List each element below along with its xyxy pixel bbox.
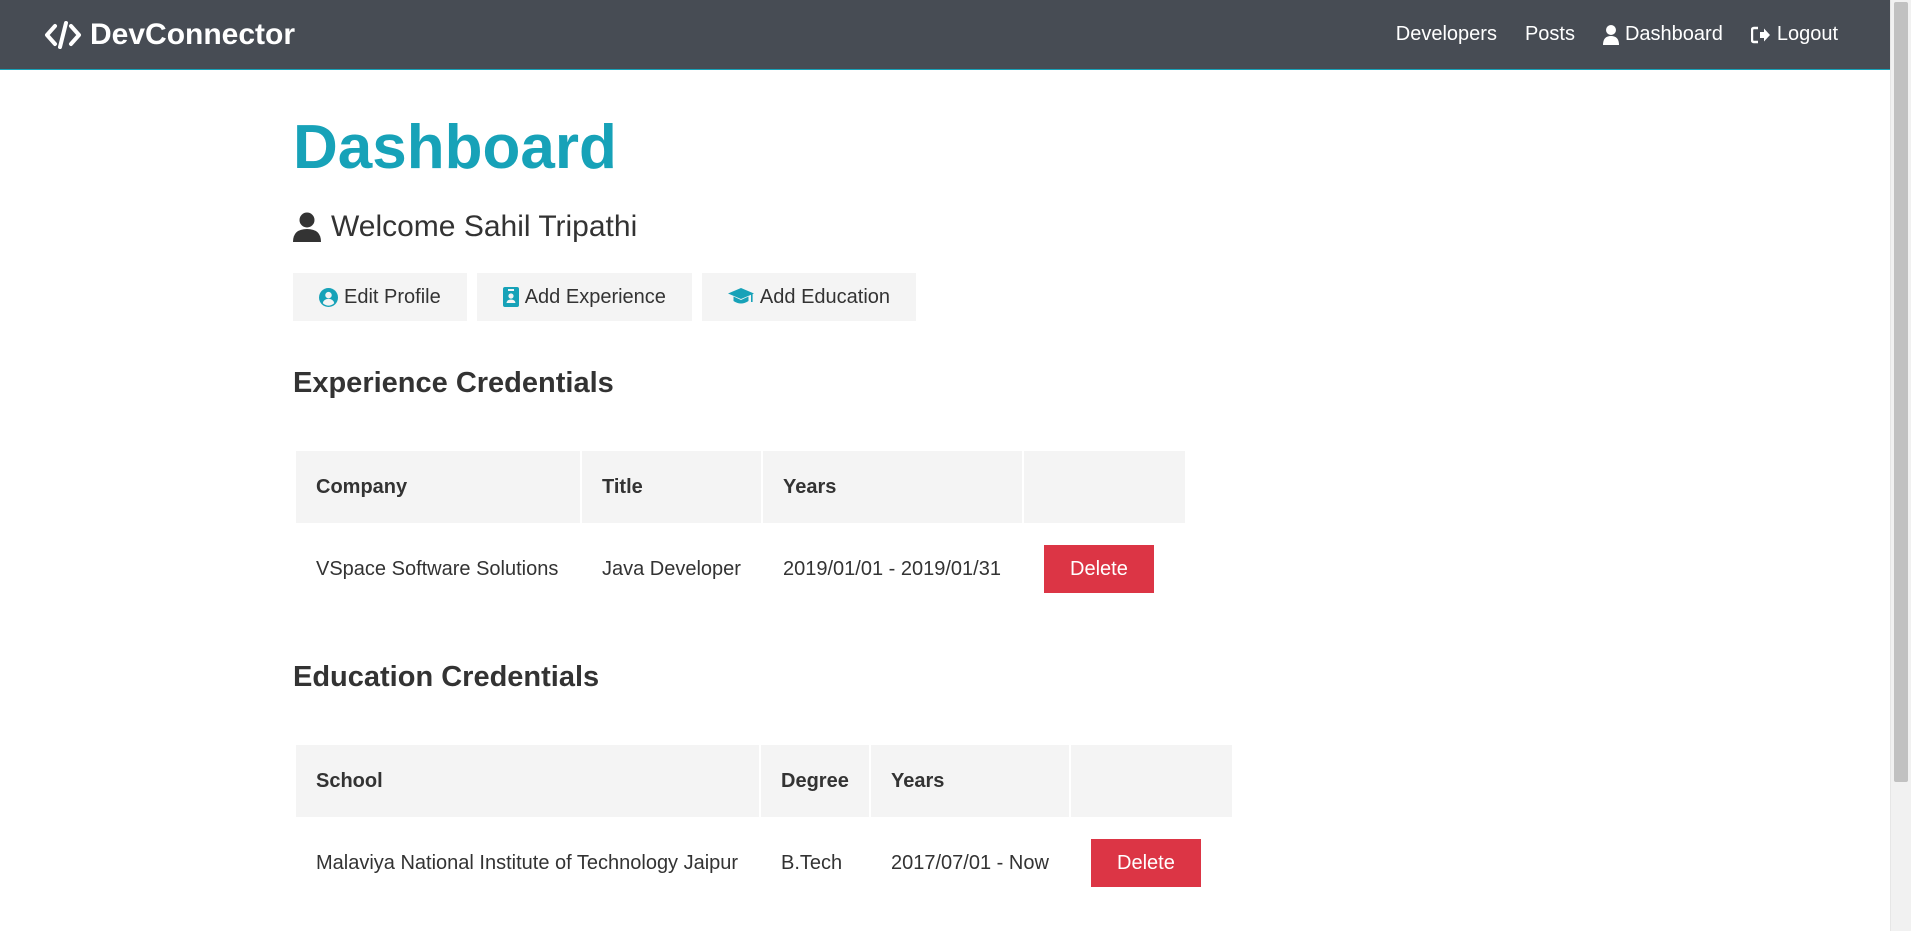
- graduation-cap-icon: [727, 288, 754, 304]
- experience-header-row: Company Title Years: [296, 451, 1185, 523]
- experience-years: 2019/01/01 - 2019/01/31: [783, 557, 1001, 580]
- column-header-actions: [1024, 451, 1185, 523]
- navbar: DevConnector Developers Posts Dashboard …: [0, 0, 1890, 70]
- education-degree: B.Tech: [781, 851, 843, 874]
- nav-posts-label: Posts: [1524, 23, 1575, 45]
- experience-heading: Experience Credentials: [293, 367, 614, 399]
- brand-name: DevConnector: [90, 17, 296, 51]
- education-action-cell: Delete: [1071, 817, 1232, 909]
- add-education-label: Add Education: [759, 285, 891, 308]
- delete-education-button[interactable]: Delete: [1091, 839, 1201, 887]
- nav-posts[interactable]: Posts: [1525, 23, 1575, 46]
- code-icon: [45, 20, 81, 49]
- table-row: Malaviya National Institute of Technolog…: [296, 817, 1232, 909]
- education-years: 2017/07/01 - Now: [891, 851, 1049, 874]
- nav-developers-label: Developers: [1395, 23, 1497, 45]
- education-header-row: School Degree Years: [296, 745, 1232, 817]
- education-heading: Education Credentials: [293, 661, 600, 693]
- column-header-degree: Degree: [761, 745, 869, 817]
- column-header-years: Years: [763, 451, 1022, 523]
- welcome-text: Welcome Sahil Tripathi: [331, 210, 638, 243]
- table-row: VSpace Software Solutions Java Developer…: [296, 523, 1185, 615]
- experience-title: Java Developer: [602, 557, 741, 580]
- edit-profile-label: Edit Profile: [344, 285, 441, 308]
- nav-developers[interactable]: Developers: [1396, 23, 1497, 46]
- scrollbar-track[interactable]: [1890, 0, 1911, 931]
- column-header-years: Years: [871, 745, 1069, 817]
- id-badge-icon: [502, 287, 519, 307]
- sign-out-icon: [1750, 26, 1770, 43]
- page-title: Dashboard: [293, 113, 617, 182]
- add-education-button[interactable]: Add Education: [701, 273, 917, 321]
- experience-company: VSpace Software Solutions: [316, 557, 559, 580]
- nav-links: Developers Posts Dashboard Logout: [1368, 23, 1838, 46]
- nav-logout-label: Logout: [1776, 23, 1838, 45]
- edit-profile-button[interactable]: Edit Profile: [293, 273, 467, 321]
- column-header-title: Title: [582, 451, 761, 523]
- user-icon: [293, 212, 321, 242]
- dash-buttons: Edit Profile Add Experience Add Educatio…: [293, 273, 917, 321]
- experience-action-cell: Delete: [1024, 523, 1185, 615]
- user-circle-icon: [319, 287, 338, 307]
- scrollbar-thumb[interactable]: [1894, 2, 1908, 782]
- add-experience-label: Add Experience: [524, 285, 666, 308]
- experience-table: Company Title Years VSpace Software Solu…: [294, 451, 1187, 615]
- column-header-company: Company: [296, 451, 580, 523]
- delete-experience-button[interactable]: Delete: [1044, 545, 1154, 593]
- nav-logout[interactable]: Logout: [1750, 23, 1838, 46]
- add-experience-button[interactable]: Add Experience: [476, 273, 692, 321]
- nav-dashboard[interactable]: Dashboard: [1602, 23, 1723, 46]
- column-header-actions: [1071, 745, 1232, 817]
- welcome-message: Welcome Sahil Tripathi: [293, 210, 637, 244]
- column-header-school: School: [296, 745, 759, 817]
- education-school: Malaviya National Institute of Technolog…: [316, 851, 739, 874]
- brand-link[interactable]: DevConnector: [44, 18, 295, 52]
- education-table: School Degree Years Malaviya National In…: [294, 745, 1234, 909]
- user-icon: [1602, 24, 1619, 45]
- nav-dashboard-label: Dashboard: [1624, 23, 1723, 45]
